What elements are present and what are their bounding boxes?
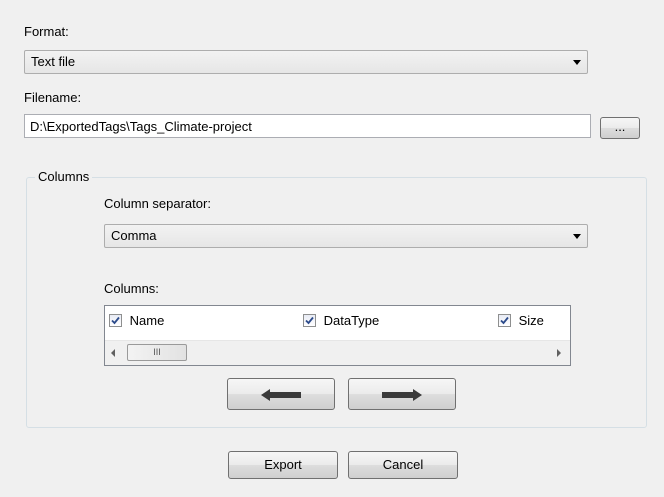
arrow-right-icon [382,389,422,401]
column-separator-dropdown[interactable]: Comma [104,224,588,248]
chevron-down-icon [573,60,581,65]
list-item[interactable]: Name [109,312,164,328]
format-dropdown[interactable]: Text file [24,50,588,74]
list-item-label: DataType [323,313,380,329]
columns-list-label: Columns: [104,281,159,296]
move-left-button[interactable] [227,378,335,410]
browse-button[interactable]: ... [600,117,640,139]
horizontal-scrollbar[interactable]: III [105,340,570,365]
list-item-label: Size [518,313,544,329]
list-item[interactable]: DataType [303,312,379,328]
scroll-right-icon[interactable] [557,349,561,357]
checkbox-name[interactable] [109,314,122,328]
checkbox-size[interactable] [498,314,511,328]
export-button[interactable]: Export [228,451,338,479]
arrow-left-icon [261,389,301,401]
cancel-button-label: Cancel [382,457,424,472]
checkbox-datatype[interactable] [303,314,316,328]
filename-label: Filename: [24,90,82,105]
filename-field[interactable] [24,114,591,138]
list-item-label: Name [129,313,165,329]
move-right-button[interactable] [348,378,456,410]
scrollbar-grip: III [153,347,161,357]
browse-button-label: ... [614,119,626,134]
filename-input[interactable] [25,115,590,137]
format-label: Format: [24,24,69,39]
checkmark-icon [500,316,509,325]
export-button-label: Export [264,457,302,472]
chevron-down-icon [573,234,581,239]
cancel-button[interactable]: Cancel [348,451,458,479]
columns-groupbox [26,177,647,428]
columns-listbox[interactable]: Name DataType Size III [104,305,571,366]
scroll-left-icon[interactable] [111,349,115,357]
list-item[interactable]: Size [498,312,544,328]
format-dropdown-value: Text file [31,54,76,69]
scrollbar-thumb[interactable]: III [127,344,187,361]
checkmark-icon [111,316,120,325]
columns-group-title: Columns [35,169,93,185]
column-separator-label: Column separator: [104,196,211,211]
checkmark-icon [305,316,314,325]
column-separator-value: Comma [111,228,157,243]
